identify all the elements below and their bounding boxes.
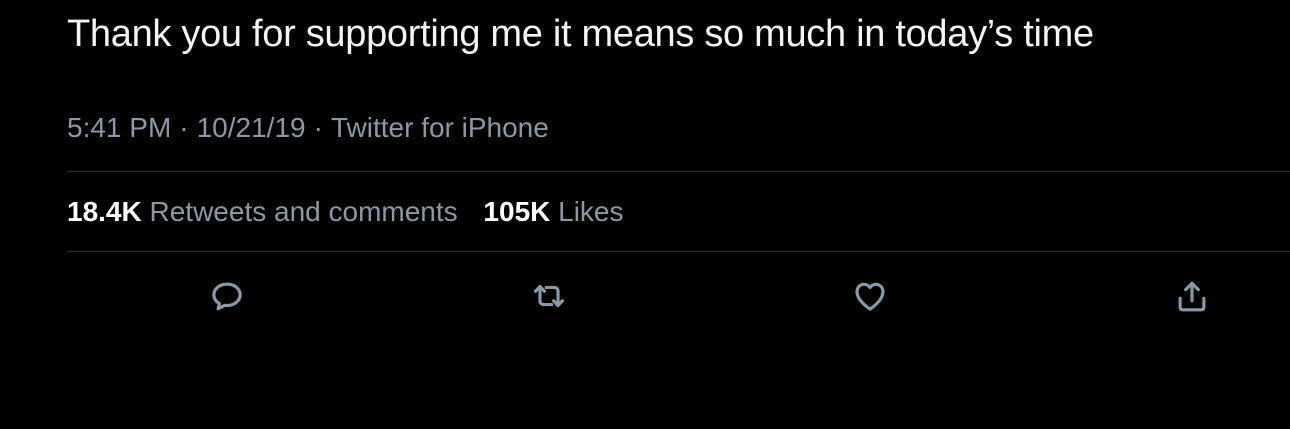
retweets-count: 18.4K bbox=[67, 196, 142, 227]
tweet-date: 10/21/19 bbox=[196, 112, 306, 143]
divider bbox=[67, 251, 1290, 252]
heart-icon bbox=[855, 282, 885, 311]
meta-separator: · bbox=[313, 112, 323, 143]
tweet-source-link[interactable]: Twitter for iPhone bbox=[331, 112, 549, 143]
retweet-arrows-icon bbox=[533, 284, 565, 308]
tweet-stats: 18.4K Retweets and comments 105K Likes bbox=[67, 194, 642, 230]
tweet-text: Thank you for supporting me it means so … bbox=[67, 13, 1094, 55]
action-bar bbox=[0, 274, 1290, 318]
retweets-label: Retweets and comments bbox=[149, 196, 458, 227]
share-upload-icon bbox=[1178, 281, 1206, 312]
retweets-stat[interactable]: 18.4K Retweets and comments bbox=[67, 196, 465, 227]
retweet-button[interactable] bbox=[527, 274, 571, 318]
share-button[interactable] bbox=[1170, 274, 1214, 318]
meta-separator: · bbox=[179, 112, 189, 143]
tweet-time: 5:41 PM bbox=[67, 112, 172, 143]
like-button[interactable] bbox=[848, 274, 892, 318]
likes-label: Likes bbox=[558, 196, 624, 227]
likes-count: 105K bbox=[483, 196, 551, 227]
speech-bubble-icon bbox=[212, 282, 242, 311]
reply-button[interactable] bbox=[205, 274, 249, 318]
likes-stat[interactable]: 105K Likes bbox=[483, 196, 623, 227]
divider bbox=[67, 171, 1290, 172]
tweet-meta: 5:41 PM · 10/21/19 · Twitter for iPhone bbox=[67, 110, 549, 146]
